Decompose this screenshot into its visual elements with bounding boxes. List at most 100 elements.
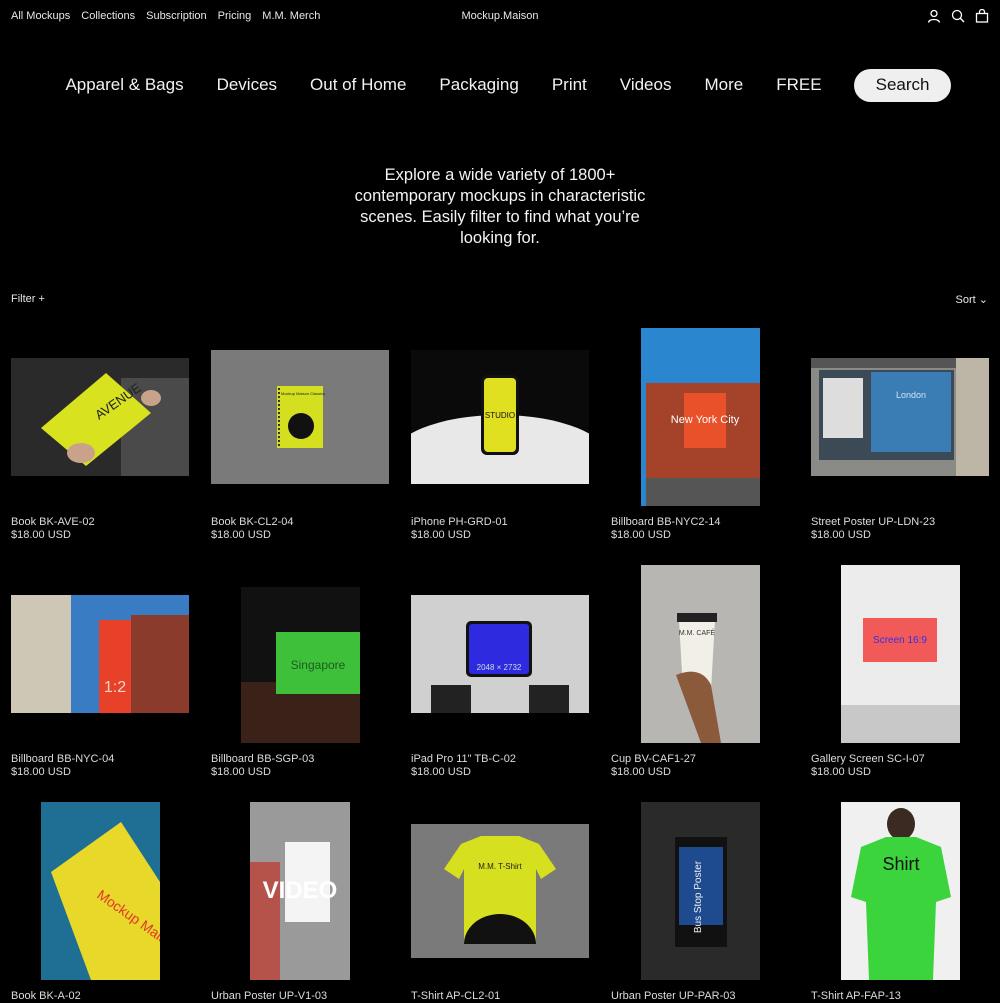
thumb-text: Shirt bbox=[882, 854, 919, 874]
thumb-text: Screen 16:9 bbox=[873, 635, 927, 646]
product-name: T-Shirt AP-CL2-01 bbox=[411, 990, 501, 1002]
product-thumbnail: London bbox=[811, 358, 989, 476]
top-bar: All Mockups Collections Subscription Pri… bbox=[0, 0, 1000, 34]
product-caption: Book BK-CL2-04 $18.00 USD bbox=[211, 516, 294, 542]
category-free[interactable]: FREE bbox=[776, 75, 821, 95]
product-price: $18.00 USD bbox=[211, 529, 271, 541]
product-card[interactable]: Singapore Billboard BB-SGP-03 $18.00 USD bbox=[211, 565, 389, 795]
category-packaging[interactable]: Packaging bbox=[439, 75, 518, 95]
product-card[interactable]: Mockup Maison Classics Book BK-CL2-04 $1… bbox=[211, 328, 389, 558]
product-name: Urban Poster UP-PAR-03 bbox=[611, 990, 736, 1002]
product-card[interactable]: Mockup Maison Soft Book BK-A-02 bbox=[11, 802, 189, 1003]
product-price: $18.00 USD bbox=[11, 766, 71, 778]
thumb-text: VIDEO bbox=[263, 877, 338, 904]
product-name: Book BK-A-02 bbox=[11, 990, 81, 1002]
thumb-text: Mockup Maison Classics bbox=[281, 391, 325, 396]
category-videos[interactable]: Videos bbox=[620, 75, 672, 95]
category-nav: Apparel & Bags Devices Out of Home Packa… bbox=[0, 68, 1000, 102]
product-thumbnail: M.M. CAFÉ bbox=[641, 565, 760, 743]
product-card[interactable]: London Street Poster UP-LDN-23 $18.00 US… bbox=[811, 328, 989, 558]
product-thumbnail: M.M. T-Shirt bbox=[411, 824, 589, 958]
product-caption: Urban Poster UP-V1-03 bbox=[211, 990, 327, 1003]
product-thumbnail: Mockup Maison Classics bbox=[211, 350, 389, 484]
sort-button[interactable]: Sort ⌄ bbox=[956, 293, 988, 306]
product-caption: iPhone PH-GRD-01 $18.00 USD bbox=[411, 516, 508, 542]
product-price: $18.00 USD bbox=[411, 766, 471, 778]
product-name: Cup BV-CAF1-27 bbox=[611, 753, 696, 765]
thumb-text: M.M. T-Shirt bbox=[478, 862, 522, 871]
product-caption: Billboard BB-SGP-03 $18.00 USD bbox=[211, 753, 314, 779]
product-caption: Urban Poster UP-PAR-03 bbox=[611, 990, 736, 1003]
intro-text: Explore a wide variety of 1800+ contempo… bbox=[354, 166, 646, 247]
category-print[interactable]: Print bbox=[552, 75, 587, 95]
product-caption: Book BK-AVE-02 $18.00 USD bbox=[11, 516, 95, 542]
product-caption: iPad Pro 11" TB-C-02 $18.00 USD bbox=[411, 753, 516, 779]
product-price: $18.00 USD bbox=[211, 766, 271, 778]
product-card[interactable]: Shirt T-Shirt AP-FAP-13 bbox=[811, 802, 989, 1003]
product-name: Gallery Screen SC-I-07 bbox=[811, 753, 925, 765]
product-thumbnail: Mockup Maison Soft bbox=[41, 802, 160, 980]
product-name: Street Poster UP-LDN-23 bbox=[811, 516, 936, 528]
product-caption: T-Shirt AP-FAP-13 bbox=[811, 990, 901, 1003]
filter-button[interactable]: Filter + bbox=[11, 293, 45, 305]
product-name: Billboard BB-SGP-03 bbox=[211, 753, 315, 765]
product-caption: Gallery Screen SC-I-07 $18.00 USD bbox=[811, 753, 925, 779]
thumb-text: M.M. CAFÉ bbox=[679, 628, 715, 637]
product-name: T-Shirt AP-FAP-13 bbox=[811, 990, 901, 1002]
thumb-text: 2048 × 2732 bbox=[477, 663, 522, 672]
cart-icon[interactable] bbox=[975, 9, 989, 23]
category-apparel-bags[interactable]: Apparel & Bags bbox=[65, 75, 183, 95]
product-thumbnail: Singapore bbox=[241, 587, 360, 743]
product-name: Book BK-AVE-02 bbox=[11, 516, 95, 528]
search-icon[interactable] bbox=[951, 9, 965, 23]
product-card[interactable]: AVENUE Book BK-AVE-02 $18.00 USD bbox=[11, 328, 189, 558]
intro-section: Explore a wide variety of 1800+ contempo… bbox=[0, 165, 1000, 249]
thumb-text: London bbox=[896, 390, 926, 400]
search-button[interactable]: Search bbox=[854, 68, 952, 102]
product-card[interactable]: M.M. CAFÉ Cup BV-CAF1-27 $18.00 USD bbox=[611, 565, 789, 795]
category-more[interactable]: More bbox=[704, 75, 743, 95]
account-icon[interactable] bbox=[927, 9, 941, 23]
product-card[interactable]: 1:2 Billboard BB-NYC-04 $18.00 USD bbox=[11, 565, 189, 795]
product-thumbnail: Shirt bbox=[841, 802, 960, 980]
product-thumbnail: STUDIO bbox=[411, 350, 589, 484]
product-price: $18.00 USD bbox=[811, 766, 871, 778]
product-caption: Billboard BB-NYC2-14 $18.00 USD bbox=[611, 516, 720, 542]
product-price: $18.00 USD bbox=[611, 529, 671, 541]
product-thumbnail: Bus Stop Poster bbox=[641, 802, 760, 980]
product-thumbnail: AVENUE bbox=[11, 358, 189, 476]
product-name: Urban Poster UP-V1-03 bbox=[211, 990, 328, 1002]
product-price: $18.00 USD bbox=[611, 766, 671, 778]
category-devices[interactable]: Devices bbox=[217, 75, 277, 95]
product-card[interactable]: VIDEO Urban Poster UP-V1-03 bbox=[211, 802, 389, 1003]
header-icons bbox=[927, 9, 989, 23]
product-price: $18.00 USD bbox=[411, 529, 471, 541]
product-card[interactable]: Screen 16:9 Gallery Screen SC-I-07 $18.0… bbox=[811, 565, 989, 795]
product-thumbnail: New York City bbox=[641, 328, 760, 506]
product-name: Billboard BB-NYC-04 bbox=[11, 753, 115, 765]
product-thumbnail: VIDEO bbox=[250, 802, 350, 980]
product-card[interactable]: STUDIO iPhone PH-GRD-01 $18.00 USD bbox=[411, 328, 589, 558]
product-thumbnail: 2048 × 2732 bbox=[411, 595, 589, 713]
product-name: Billboard BB-NYC2-14 bbox=[611, 516, 721, 528]
product-name: Book BK-CL2-04 bbox=[211, 516, 294, 528]
product-card[interactable]: New York City Billboard BB-NYC2-14 $18.0… bbox=[611, 328, 789, 558]
category-out-of-home[interactable]: Out of Home bbox=[310, 75, 406, 95]
product-price: $18.00 USD bbox=[811, 529, 871, 541]
product-caption: Cup BV-CAF1-27 $18.00 USD bbox=[611, 753, 696, 779]
product-price: $18.00 USD bbox=[11, 529, 71, 541]
product-card[interactable]: 2048 × 2732 iPad Pro 11" TB-C-02 $18.00 … bbox=[411, 565, 589, 795]
thumb-text: New York City bbox=[671, 414, 740, 426]
product-card[interactable]: M.M. T-Shirt T-Shirt AP-CL2-01 bbox=[411, 802, 589, 1002]
product-name: iPad Pro 11" TB-C-02 bbox=[411, 753, 516, 765]
thumb-text: Bus Stop Poster bbox=[693, 860, 704, 933]
brand-logo[interactable]: Mockup.Maison bbox=[0, 10, 1000, 22]
product-caption: Book BK-A-02 bbox=[11, 990, 81, 1003]
product-caption: Billboard BB-NYC-04 $18.00 USD bbox=[11, 753, 114, 779]
thumb-text: Singapore bbox=[291, 658, 346, 672]
product-thumbnail: Screen 16:9 bbox=[841, 565, 960, 743]
product-card[interactable]: Bus Stop Poster Urban Poster UP-PAR-03 bbox=[611, 802, 789, 1003]
product-caption: Street Poster UP-LDN-23 $18.00 USD bbox=[811, 516, 935, 542]
product-thumbnail: 1:2 bbox=[11, 595, 189, 713]
product-name: iPhone PH-GRD-01 bbox=[411, 516, 508, 528]
